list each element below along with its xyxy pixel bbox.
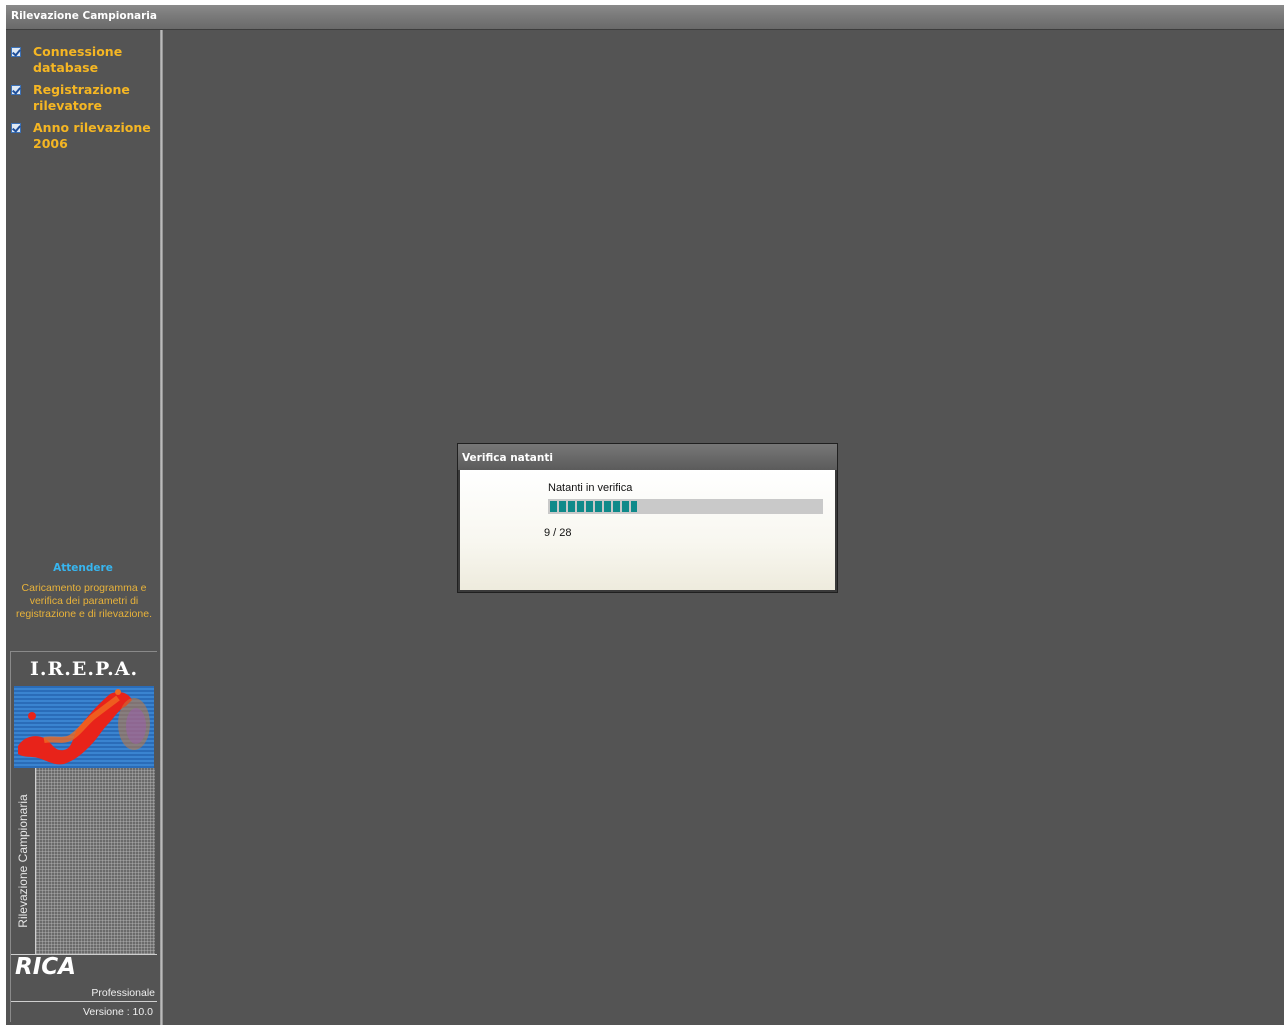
vertical-caption: Rilevazione Campionaria [16, 794, 30, 928]
verifica-natanti-dialog: Verifica natanti Natanti in verifica 9 /… [457, 443, 838, 593]
dialog-body: Natanti in verifica 9 / 28 [460, 470, 835, 590]
progress-label: Natanti in verifica [548, 482, 633, 494]
divider [11, 1001, 157, 1002]
window-title: Rilevazione Campionaria [11, 10, 157, 22]
product-edition: Professionale [91, 987, 155, 999]
progress-bar [548, 499, 823, 514]
version-label: Versione : 10.0 [82, 1006, 153, 1018]
progress-fill [550, 501, 637, 512]
wait-title: Attendere [53, 562, 113, 574]
main-window: Rilevazione Campionaria Connessione data… [6, 5, 1284, 1025]
dialog-title-bar[interactable]: Verifica natanti [458, 444, 837, 470]
step-label: Connessione database [33, 44, 123, 75]
checkbox-checked-icon [11, 123, 21, 133]
sidebar: Connessione database Registrazione rilev… [6, 30, 160, 1025]
step-label: Registrazione rilevatore [33, 82, 130, 113]
step-label: Anno rilevazione 2006 [33, 120, 151, 151]
checkbox-checked-icon [11, 47, 21, 57]
sidebar-splitter[interactable] [160, 30, 163, 1025]
product-name: RICA [15, 954, 76, 980]
progress-count: 9 / 28 [544, 527, 572, 539]
irepa-logo-panel: I.R.E.P.A. Rilevazione Campionaria RICA … [10, 651, 157, 1022]
dialog-title: Verifica natanti [462, 452, 553, 464]
italy-map-icon [14, 686, 154, 768]
title-bar: Rilevazione Campionaria [6, 5, 1284, 30]
irepa-logo-text: I.R.E.P.A. [29, 658, 139, 680]
checkbox-checked-icon [11, 85, 21, 95]
wait-message: Caricamento programma e verifica dei par… [16, 582, 152, 620]
grid-pattern [35, 768, 155, 954]
